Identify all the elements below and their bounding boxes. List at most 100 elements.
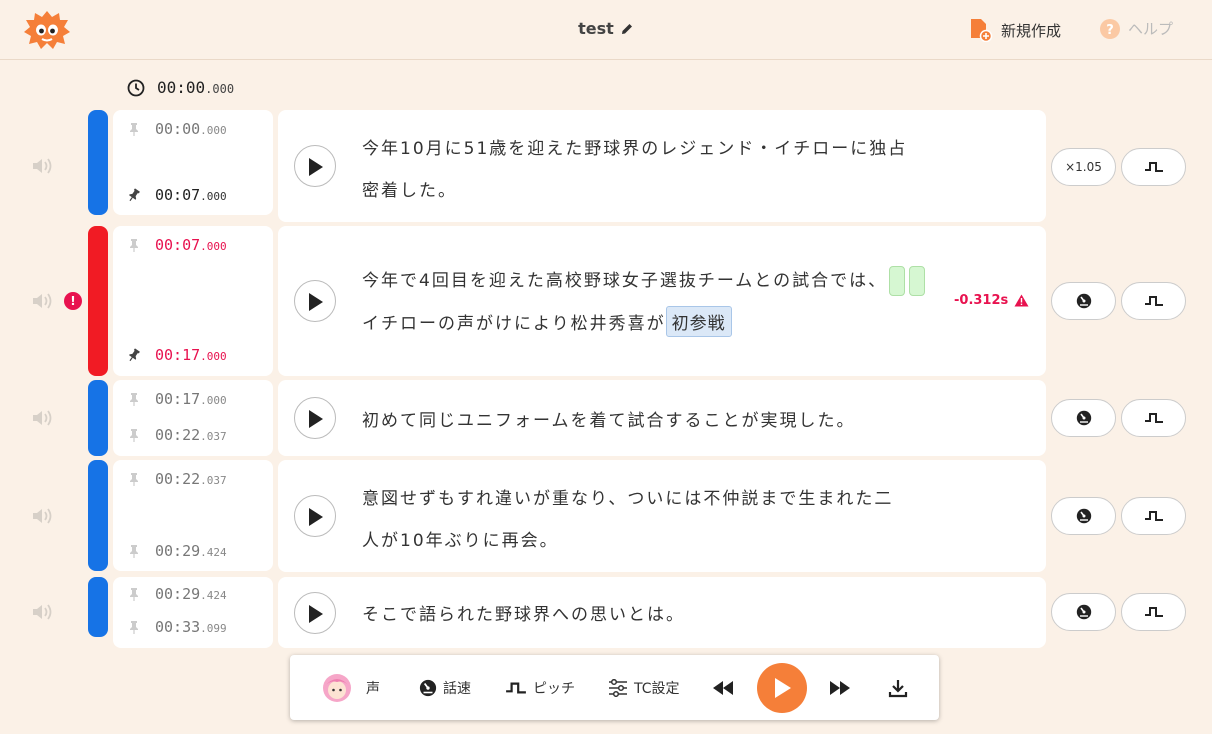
- row-status-bar: [88, 110, 108, 215]
- start-timecode[interactable]: 00:22.037: [127, 470, 227, 488]
- row-status-bar: [88, 226, 108, 376]
- pitch-setting-button[interactable]: [1121, 148, 1186, 186]
- row-play-button[interactable]: [294, 397, 336, 439]
- download-button[interactable]: [888, 655, 908, 720]
- row-play-button[interactable]: [294, 495, 336, 537]
- timeline-start-time: 00:00.000: [127, 78, 234, 97]
- duration-warning-value: -0.312s: [954, 293, 1009, 308]
- speedometer-icon: [1076, 293, 1091, 309]
- duration-warning: -0.312s: [954, 293, 1029, 308]
- row-status-bar: [88, 577, 108, 637]
- script-line[interactable]: 意図せずもすれ違いが重なり、ついには不仲説まで生まれた二: [362, 484, 893, 509]
- row-play-button[interactable]: [294, 280, 336, 322]
- pin-outline-icon[interactable]: [127, 544, 141, 558]
- error-badge-icon[interactable]: !: [64, 292, 82, 310]
- end-timecode[interactable]: 00:33.099: [127, 618, 227, 636]
- fast-forward-button[interactable]: [829, 655, 851, 720]
- rewind-button[interactable]: [712, 655, 734, 720]
- play-icon: [309, 158, 323, 176]
- pin-outline-icon[interactable]: [127, 472, 141, 486]
- script-line[interactable]: 今年で4回目を迎えた高校野球女子選抜チームとの試合では、: [362, 266, 926, 296]
- speed-setting-button[interactable]: [1051, 399, 1116, 437]
- start-timecode[interactable]: 00:29.424: [127, 585, 227, 603]
- pause-marker[interactable]: [909, 266, 926, 296]
- pin-outline-icon[interactable]: [127, 620, 141, 634]
- new-document-button[interactable]: 新規作成: [969, 18, 1061, 42]
- pitch-button[interactable]: ピッチ: [505, 655, 575, 720]
- new-document-label: 新規作成: [1001, 21, 1062, 40]
- pin-icon[interactable]: [127, 188, 141, 202]
- script-text-box[interactable]: そこで語られた野球界への思いとは。: [278, 577, 1046, 648]
- document-title[interactable]: test: [578, 19, 614, 38]
- script-row: 00:17.000 00:22.037 初めて同じユニフォームを着て試合すること…: [0, 380, 1212, 456]
- speed-setting-button[interactable]: [1051, 497, 1116, 535]
- script-text-box[interactable]: 今年10月に51歳を迎えた野球界のレジェンド・イチローに独占 密着した。: [278, 110, 1046, 222]
- pitch-setting-button[interactable]: [1121, 497, 1186, 535]
- start-timecode[interactable]: 00:07.000: [127, 236, 227, 254]
- pitch-setting-button[interactable]: [1121, 593, 1186, 631]
- pitch-icon: [506, 682, 526, 693]
- pin-outline-icon[interactable]: [127, 587, 141, 601]
- speaker-icon[interactable]: [31, 602, 55, 622]
- pause-marker[interactable]: [889, 266, 906, 296]
- start-timecode[interactable]: 00:17.000: [127, 390, 227, 408]
- pitch-setting-button[interactable]: [1121, 282, 1186, 320]
- speed-button[interactable]: 話速: [419, 655, 471, 720]
- help-button[interactable]: ? ヘルプ: [1100, 18, 1173, 39]
- speaker-icon[interactable]: [31, 291, 55, 311]
- new-file-icon: [971, 19, 993, 42]
- script-line[interactable]: 初めて同じユニフォームを着て試合することが実現した。: [362, 406, 856, 431]
- script-text-box[interactable]: 意図せずもすれ違いが重なり、ついには不仲説まで生まれた二 人が10年ぶりに再会。: [278, 460, 1046, 572]
- row-status-bar: [88, 460, 108, 571]
- speedometer-icon: [1076, 604, 1091, 620]
- speed-setting-button[interactable]: [1051, 593, 1116, 631]
- speaker-icon[interactable]: [31, 408, 55, 428]
- row-status-bar: [88, 380, 108, 456]
- speed-label: 話速: [443, 680, 471, 697]
- script-line[interactable]: 密着した。: [362, 176, 457, 201]
- speed-setting-button[interactable]: ×1.05: [1051, 148, 1116, 186]
- script-line[interactable]: 今年10月に51歳を迎えた野球界のレジェンド・イチローに独占: [362, 134, 907, 159]
- main-play-button[interactable]: [757, 663, 807, 713]
- timecode-box: 00:07.000 00:17.000: [113, 226, 273, 376]
- script-line[interactable]: そこで語られた野球界への思いとは。: [362, 600, 685, 625]
- script-row: 00:29.424 00:33.099 そこで語られた野球界への思いとは。: [0, 577, 1212, 648]
- tc-settings-button[interactable]: TC設定: [608, 655, 680, 720]
- voice-avatar-icon: [323, 673, 351, 702]
- rewind-icon: [713, 680, 733, 695]
- tc-settings-label: TC設定: [634, 680, 680, 697]
- clock-icon: [127, 79, 145, 96]
- speaker-icon[interactable]: [31, 506, 55, 526]
- pin-icon[interactable]: [127, 348, 141, 362]
- speaker-icon[interactable]: [31, 156, 55, 176]
- speedometer-icon: [1076, 410, 1091, 426]
- script-text-box[interactable]: 今年で4回目を迎えた高校野球女子選抜チームとの試合では、 イチローの声がけにより…: [278, 226, 1046, 376]
- start-timecode[interactable]: 00:00.000: [127, 120, 227, 138]
- voice-button[interactable]: 声: [322, 655, 380, 720]
- reading-chip[interactable]: 初参戦: [665, 306, 732, 337]
- end-timecode[interactable]: 00:17.000: [127, 346, 227, 364]
- pin-outline-icon[interactable]: [127, 122, 141, 136]
- pitch-icon: [1144, 296, 1163, 306]
- pitch-label: ピッチ: [533, 680, 575, 697]
- end-timecode[interactable]: 00:07.000: [127, 186, 227, 204]
- end-timecode[interactable]: 00:29.424: [127, 542, 227, 560]
- row-play-button[interactable]: [294, 592, 336, 634]
- speedometer-icon: [419, 679, 437, 696]
- speed-setting-button[interactable]: [1051, 282, 1116, 320]
- pin-outline-icon[interactable]: [127, 392, 141, 406]
- pin-outline-icon[interactable]: [127, 238, 141, 252]
- script-row-warning: ! 00:07.000 00:17.000 今年で4回目を迎えた高校野球女子選抜…: [0, 226, 1212, 376]
- pitch-setting-button[interactable]: [1121, 399, 1186, 437]
- pitch-icon: [1144, 162, 1163, 172]
- script-line[interactable]: イチローの声がけにより松井秀喜が 初参戦: [362, 306, 732, 337]
- end-timecode[interactable]: 00:22.037: [127, 426, 227, 444]
- pin-outline-icon[interactable]: [127, 428, 141, 442]
- help-icon: ?: [1100, 18, 1120, 39]
- pencil-icon[interactable]: [620, 22, 634, 36]
- script-text-box[interactable]: 初めて同じユニフォームを着て試合することが実現した。: [278, 380, 1046, 456]
- speedometer-icon: [1076, 508, 1091, 524]
- row-play-button[interactable]: [294, 145, 336, 187]
- script-line[interactable]: 人が10年ぶりに再会。: [362, 526, 559, 551]
- play-icon: [775, 678, 791, 698]
